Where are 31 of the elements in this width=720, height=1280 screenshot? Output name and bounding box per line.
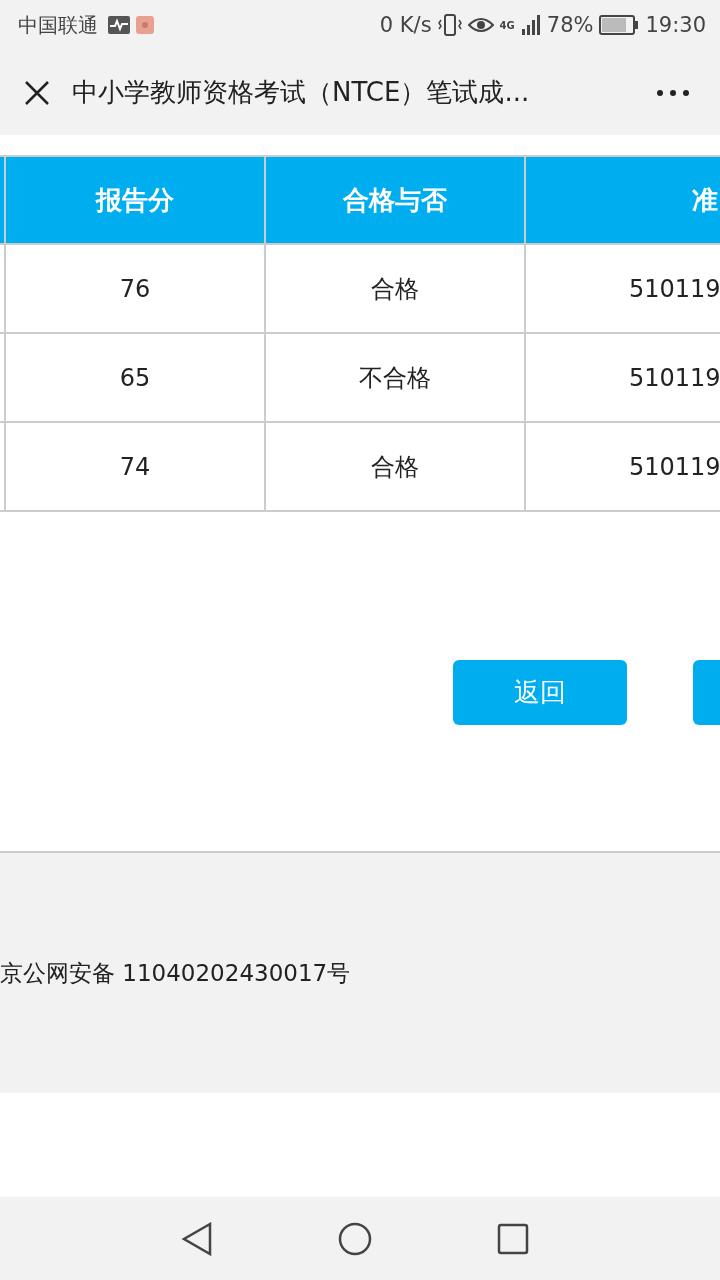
recents-icon[interactable] — [497, 1222, 529, 1255]
column-header: 合格与否 — [266, 157, 526, 243]
table-cell-text: 510119 — [628, 362, 720, 394]
page-title: 中小学教师资格考试（NTCE）笔试成... — [72, 76, 531, 109]
network-speed: 0 K/s — [379, 13, 432, 37]
table-cell: 合格 — [266, 423, 526, 510]
eye-icon — [467, 16, 494, 34]
table-cell: 65 — [6, 334, 266, 421]
table-cell: 76 — [6, 245, 266, 332]
clock-time: 19:30 — [645, 13, 706, 37]
table-cell-text: 510119 — [628, 451, 720, 483]
carrier-name: 中国联通 — [18, 11, 98, 39]
column-header: 准 — [691, 183, 719, 217]
table-cell: 合格 — [266, 245, 526, 332]
column-header: 报告分 — [6, 157, 266, 243]
battery-icon — [599, 15, 640, 35]
vibrate-icon — [437, 14, 462, 36]
app-notification-icon — [136, 16, 154, 34]
network-type: 4G — [499, 19, 515, 31]
back-icon[interactable] — [181, 1221, 213, 1256]
home-icon[interactable] — [338, 1221, 372, 1256]
table-cell: 不合格 — [266, 334, 526, 421]
table-cell-text: 510119 — [628, 273, 720, 305]
battery-percent: 78% — [546, 13, 594, 37]
back-button[interactable]: 返回 — [453, 660, 627, 725]
footer-text: 京公网安备 11040202430017号 — [0, 958, 351, 988]
close-icon[interactable] — [24, 79, 50, 106]
signal-icon — [520, 15, 541, 35]
activity-icon — [108, 16, 130, 34]
table-cell: 74 — [6, 423, 266, 510]
more-icon[interactable] — [656, 88, 690, 97]
